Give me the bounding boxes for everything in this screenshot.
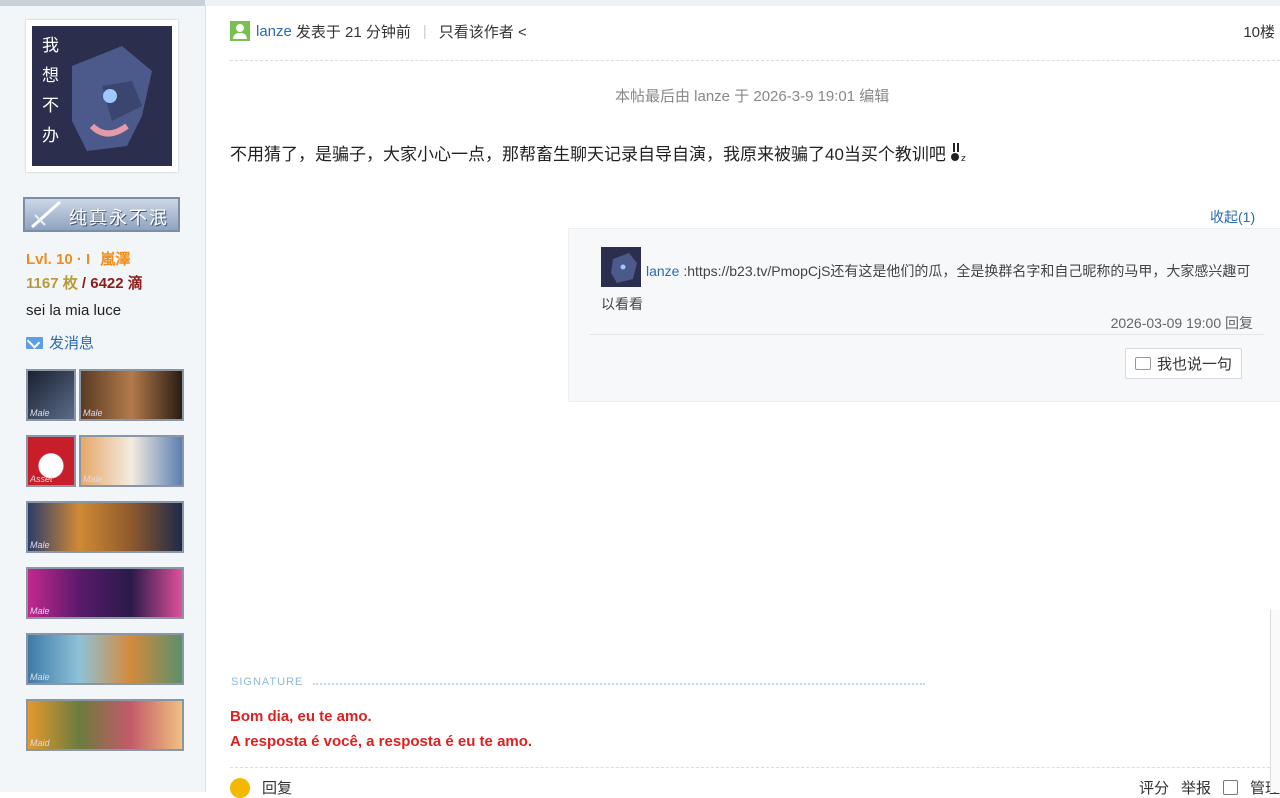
svg-text:办: 办 xyxy=(42,126,59,146)
medal[interactable]: Male xyxy=(79,435,184,487)
coins-count: 1167 枚 xyxy=(26,275,78,292)
divider: | xyxy=(422,22,427,40)
drops-count: 6422 滴 xyxy=(90,275,143,292)
medal[interactable]: Male xyxy=(79,369,184,421)
medal[interactable]: Male xyxy=(26,369,76,421)
floor-number[interactable]: 10楼 xyxy=(1243,21,1275,42)
top-divider xyxy=(205,0,1280,6)
signature-line-2: A resposta é você, a resposta é eu te am… xyxy=(230,733,533,750)
send-message-link[interactable]: 发消息 xyxy=(26,332,94,353)
medal[interactable]: Male xyxy=(26,633,184,685)
signature-line-1: Bom dia, eu te amo. xyxy=(230,708,372,725)
medal[interactable]: Asset xyxy=(26,435,76,487)
reply-action[interactable]: 回复 xyxy=(230,777,292,798)
medal[interactable]: Male xyxy=(26,567,184,619)
sweat-emoji-icon: z xyxy=(949,142,971,164)
medal[interactable]: Male xyxy=(26,501,184,553)
side-scroll-tab[interactable] xyxy=(1270,610,1280,792)
reply-icon xyxy=(230,777,250,798)
signature-label: SIGNATURE xyxy=(231,676,304,688)
comment-text: lanze :https://b23.tv/PmopCjS还有这是他们的瓜，全是… xyxy=(601,263,1251,312)
post-content: 不用猜了，是骗子，大家小心一点，那帮畜生聊天记录自导自演，我原来被骗了40当买个… xyxy=(230,140,971,165)
manage-checkbox[interactable] xyxy=(1222,780,1238,795)
collapse-comments-link[interactable]: 收起(1) xyxy=(1180,205,1280,229)
posted-time: 发表于 21 分钟前 xyxy=(295,23,411,41)
svg-text:不: 不 xyxy=(42,96,59,116)
comment-author-link[interactable]: lanze xyxy=(646,263,679,279)
rank-title: 纯真永不泯 xyxy=(69,208,169,229)
mail-icon xyxy=(26,336,43,349)
user-online-icon xyxy=(230,21,250,41)
only-author-link[interactable]: 只看该作者 < xyxy=(439,21,527,42)
comment-time: 2026-03-09 19:00 xyxy=(1110,315,1222,331)
header-divider xyxy=(230,60,1280,61)
medal[interactable]: Maid xyxy=(26,699,184,751)
signature-divider xyxy=(313,683,925,685)
user-motto: sei la mia luce xyxy=(26,302,122,319)
svg-text:我: 我 xyxy=(42,36,59,56)
report-link[interactable]: 举报 xyxy=(1181,777,1211,798)
post-main: lanze 发表于 21 分钟前 | 只看该作者 < 10楼 本帖最后由 lan… xyxy=(205,0,1280,798)
comment-divider xyxy=(589,334,1264,335)
rate-link[interactable]: 评分 xyxy=(1139,777,1169,798)
user-level: Lvl. 10 · I 嵐澤 xyxy=(26,251,131,268)
edit-note: 本帖最后由 lanze 于 2026-3-9 19:01 编辑 xyxy=(615,88,890,105)
post-actions: 评分 举报 管理 xyxy=(1127,777,1280,798)
author-link[interactable]: lanze xyxy=(256,23,292,40)
rank-badge: 纯真永不泯 xyxy=(23,197,180,232)
comment-reply-link[interactable]: 回复 xyxy=(1225,315,1253,331)
sidebar-topbar xyxy=(0,0,205,6)
sword-icon xyxy=(31,200,61,229)
comment-box: lanze :https://b23.tv/PmopCjS还有这是他们的瓜，全是… xyxy=(568,228,1280,402)
footer-divider xyxy=(230,767,1280,768)
avatar[interactable]: 我 想 不 办 xyxy=(26,20,178,172)
add-comment-button[interactable]: 我也说一句 xyxy=(1125,348,1242,379)
post-header: lanze 发表于 21 分钟前 | 只看该作者 < xyxy=(230,20,527,42)
svg-text:z: z xyxy=(961,154,966,164)
avatar-image: 我 想 不 办 xyxy=(32,26,172,166)
comment-meta: 2026-03-09 19:00 回复 xyxy=(1111,313,1253,333)
author-sidebar: 我 想 不 办 纯真永不泯 Lvl. 10 · I 嵐澤 1167 枚 / 64… xyxy=(0,0,206,792)
svg-text:想: 想 xyxy=(42,66,59,86)
user-currency: 1167 枚 / 6422 滴 xyxy=(26,275,143,292)
comment-bubble-icon xyxy=(1134,357,1151,370)
